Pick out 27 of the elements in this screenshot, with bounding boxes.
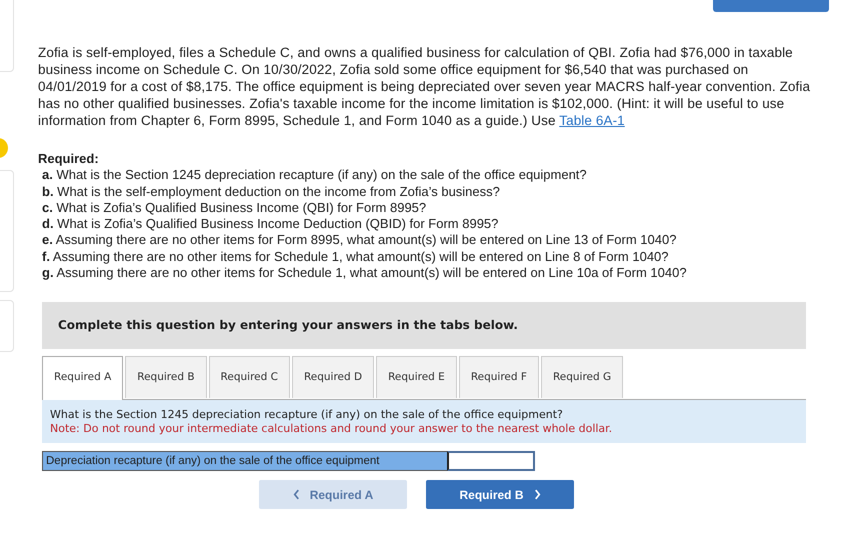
answer-input[interactable]	[447, 451, 535, 472]
required-item: e. Assuming there are no other items for Form 8995, what amount(s) will be entered on Line 13 of Form 1040?	[41, 232, 678, 249]
answer-label: Depreciation recapture (if any) on the sale of the office equipment	[42, 451, 447, 472]
note-text: Note: Do not round your intermediate calculations and round your answer to the nearest whole dollar.	[50, 422, 614, 436]
table-link[interactable]: Table 6A-1	[559, 113, 625, 128]
required-item: c. What is Zofia’s Qualified Business Income (QBI) for Form 8995?	[41, 200, 428, 216]
next-button[interactable]: Required B	[426, 480, 574, 510]
required-item: d. What is Zofia’s Qualified Business Income Deduction (QBID) for Form 8995?	[41, 216, 500, 232]
question-text: What is the Section 1245 depreciation recapture (if any) on the sale of the office equipment?	[50, 408, 564, 422]
tab[interactable]: Required F	[458, 356, 539, 398]
check-work-button[interactable]	[713, 0, 829, 12]
required-item: g. Assuming there are no other items for Schedule 1, what amount(s) will be entered on Line 10a of Form 1040?	[41, 265, 688, 282]
tab[interactable]: Required B	[125, 356, 207, 398]
chevron-icon	[534, 489, 540, 500]
tab[interactable]: Required D	[292, 356, 374, 398]
tab[interactable]: Required E	[376, 356, 457, 398]
required-item: f. Assuming there are no other items for Schedule 1, what amount(s) will be entered on Line 8 of Form 1040?	[41, 248, 670, 266]
tab[interactable]: Required G	[540, 356, 624, 398]
side-card	[0, 300, 14, 352]
chevron-icon	[292, 489, 300, 500]
tab[interactable]: Required C	[208, 356, 290, 398]
required-heading: Required:	[38, 151, 100, 168]
problem-text: Zofia is self-employed, files a Schedule C, and owns a qualified business for calculation of QBI. Zofia had $76,000 in taxable business income on Schedule C. On 10/30/2022, Zofia sold some office equipment for $6,540 that was purchased on 04/01/2019 for a cost of $8,175. The office equipment is being depreciated over seven year MACRS half-year convention. Zofia has no other qualified businesses. Zofia's taxable income for the income limitation is $102,000. (Hint: it will be useful to use information from Chapter 6, Form 8995, Schedule 1, and Form 1040 as a guide.) Use Table 6A-1	[38, 44, 812, 129]
required-item: b. What is the self-employment deduction on the income from Zofia’s business?	[41, 184, 501, 200]
tab[interactable]: Required A	[42, 356, 124, 400]
required-item: a. What is the Section 1245 depreciation recapture (if any) on the sale of the office equipment?	[41, 167, 588, 184]
instruction-banner: Complete this question by entering your answers in the tabs below.	[42, 302, 806, 350]
